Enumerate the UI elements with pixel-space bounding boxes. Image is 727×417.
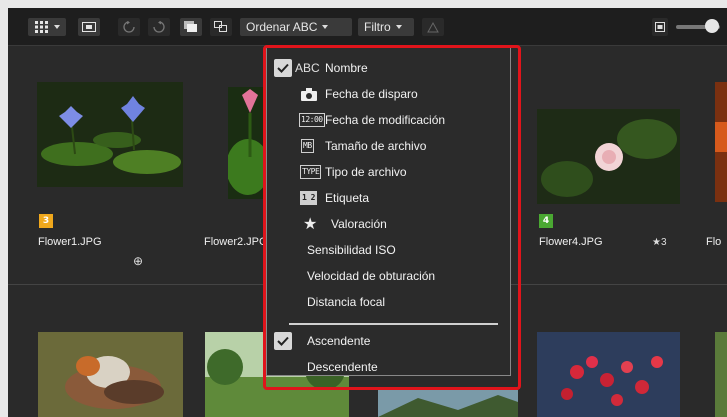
- menu-item-label: Fecha de disparo: [325, 87, 418, 101]
- menu-item-label: Fecha de modificación: [325, 113, 446, 127]
- compare-button[interactable]: [210, 18, 232, 36]
- order-descending[interactable]: Descendente: [267, 354, 510, 380]
- rotate-left-button[interactable]: [118, 18, 140, 36]
- sort-by-file-type[interactable]: TYPE Tipo de archivo: [267, 159, 510, 185]
- file-size-icon: MB: [301, 139, 314, 153]
- filter-settings-icon: [427, 21, 439, 33]
- rotate-right-button[interactable]: [148, 18, 170, 36]
- berries-image: [537, 332, 680, 417]
- sort-by-name[interactable]: ABC Nombre: [267, 55, 510, 81]
- menu-item-label: Velocidad de obturación: [307, 269, 436, 283]
- thumbnail-flower4[interactable]: [537, 109, 680, 204]
- thumbnail-flower5[interactable]: [715, 82, 727, 202]
- flower5-image: [715, 82, 727, 202]
- sort-by-iso[interactable]: Sensibilidad ISO: [267, 237, 510, 263]
- filter-button-label: Filtro: [364, 20, 391, 34]
- rating-value: ★3: [652, 237, 667, 248]
- label-badge: 3: [39, 214, 53, 228]
- thumbnail-filename: Flo: [706, 236, 722, 248]
- menu-item-label: Ascendente: [307, 334, 371, 348]
- menu-separator: [289, 323, 498, 325]
- chevron-down-icon: [322, 25, 329, 29]
- thumbnail-filename: Flower4.JPG: [539, 236, 603, 248]
- sort-button-label: Ordenar ABC: [246, 20, 318, 34]
- thumbnail-filename: Flower1.JPG: [38, 236, 102, 248]
- menu-item-label: Distancia focal: [307, 295, 386, 309]
- thumbnail-duck[interactable]: [38, 332, 183, 417]
- menu-item-label: Sensibilidad ISO: [307, 243, 396, 257]
- sort-button[interactable]: Ordenar ABC: [240, 18, 352, 36]
- file-type-icon: TYPE: [300, 165, 322, 179]
- chevron-down-icon: [395, 25, 402, 29]
- order-ascending[interactable]: Ascendente: [267, 328, 510, 354]
- label-icon: 1 2: [300, 191, 317, 205]
- menu-item-label: Valoración: [331, 217, 387, 231]
- filter-button[interactable]: Filtro: [358, 18, 414, 36]
- thumbnail-berries[interactable]: [537, 332, 680, 417]
- menu-item-label: Tipo de archivo: [325, 165, 407, 179]
- duck-image: [38, 332, 183, 417]
- menu-item-label: Nombre: [325, 61, 368, 75]
- sort-by-label[interactable]: 1 2 Etiqueta: [267, 185, 510, 211]
- filter-settings-button[interactable]: [422, 18, 444, 36]
- grid-view-button[interactable]: [28, 18, 66, 36]
- camera-icon: [301, 87, 317, 101]
- thumbnail-small-icon: [655, 22, 665, 32]
- thumbnail-flower1[interactable]: [37, 82, 183, 187]
- partial-image: [715, 332, 727, 417]
- sort-by-shutter-speed[interactable]: Velocidad de obturación: [267, 263, 510, 289]
- stack-icon: [184, 21, 197, 32]
- star-icon: ★: [303, 216, 318, 233]
- sort-by-modified-date[interactable]: 12:00 Fecha de modificación: [267, 107, 510, 133]
- sort-menu: ABC Nombre Fecha de disparo 12:00 Fecha …: [266, 46, 511, 376]
- rotate-left-icon: [123, 21, 135, 33]
- thumbnail-flower2[interactable]: [228, 87, 268, 199]
- sort-by-rating[interactable]: ★ Valoración: [267, 211, 510, 237]
- sort-by-focal-length[interactable]: Distancia focal: [267, 289, 510, 315]
- menu-item-label: Descendente: [307, 360, 378, 374]
- flower1-image: [37, 82, 183, 187]
- abc-icon: ABC: [295, 61, 320, 75]
- compare-icon: [214, 21, 227, 32]
- photo-browser-window: Ordenar ABC Filtro 3 Flower1.JPG ⊕ Flowe…: [8, 8, 727, 417]
- gps-icon: ⊕: [133, 254, 144, 268]
- toolbar: Ordenar ABC Filtro: [8, 8, 727, 46]
- rotate-right-icon: [153, 21, 165, 33]
- mountain-image: [378, 390, 518, 417]
- full-screen-icon: [82, 22, 96, 32]
- thumbnail-size-icon-button[interactable]: [652, 18, 668, 36]
- checkmark-icon: [274, 332, 292, 350]
- full-screen-button[interactable]: [78, 18, 100, 36]
- chevron-down-icon: [53, 25, 60, 29]
- label-badge: 4: [539, 214, 553, 228]
- stack-button[interactable]: [180, 18, 202, 36]
- menu-item-label: Tamaño de archivo: [325, 139, 427, 153]
- grid-view-icon: [34, 21, 48, 33]
- thumbnail-filename: Flower2.JPG: [204, 236, 268, 248]
- sort-by-shoot-date[interactable]: Fecha de disparo: [267, 81, 510, 107]
- menu-item-label: Etiqueta: [325, 191, 370, 205]
- thumbnail-mountain[interactable]: [378, 390, 518, 417]
- checkmark-icon: [274, 59, 292, 77]
- flower4-image: [537, 109, 680, 204]
- thumbnail-size-slider-knob[interactable]: [705, 19, 719, 33]
- clock-icon: 12:00: [299, 113, 325, 127]
- sort-by-file-size[interactable]: MB Tamaño de archivo: [267, 133, 510, 159]
- thumbnail-partial[interactable]: [715, 332, 727, 417]
- flower2-image: [228, 87, 268, 199]
